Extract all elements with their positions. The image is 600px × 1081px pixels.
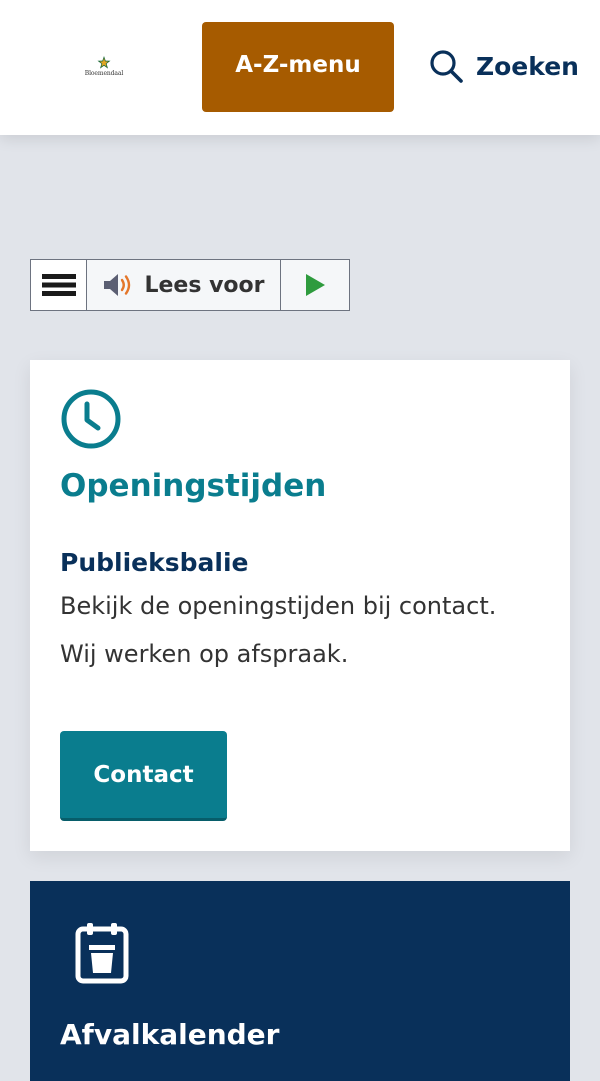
menu-icon (41, 274, 76, 296)
opening-hours-card: Openingstijden Publieksbalie Bekijk de o… (30, 360, 570, 851)
waste-calendar-card[interactable]: Afvalkalender (30, 881, 570, 1081)
waste-bin-calendar-icon (75, 923, 129, 984)
site-header: Bloemendaal A-Z-menu Zoeken (0, 0, 600, 135)
search-link[interactable]: Zoeken (428, 46, 579, 86)
search-label: Zoeken (476, 51, 579, 81)
card-subtitle: Publieksbalie (60, 548, 249, 577)
readspeaker-toolbar: Lees voor (30, 259, 350, 311)
card-text: Bekijk de openingstijden bij contact. Wi… (60, 592, 497, 668)
bloemendaal-logo-icon (97, 56, 111, 69)
search-icon (430, 50, 463, 83)
waste-card-title: Afvalkalender (60, 1018, 280, 1051)
contact-button[interactable]: Contact (60, 731, 227, 821)
readspeaker-read-button[interactable]: Lees voor (87, 260, 281, 310)
speaker-icon (104, 274, 131, 296)
read-aloud-label: Lees voor (144, 272, 265, 298)
card-title: Openingstijden (60, 468, 327, 504)
site-logo[interactable]: Bloemendaal (84, 56, 124, 80)
clock-icon (61, 389, 121, 449)
az-menu-button[interactable]: A-Z-menu (202, 22, 394, 112)
readspeaker-play-button[interactable] (281, 260, 349, 310)
logo-text: Bloemendaal (84, 70, 124, 77)
play-icon (306, 274, 325, 296)
readspeaker-menu-button[interactable] (31, 260, 87, 310)
